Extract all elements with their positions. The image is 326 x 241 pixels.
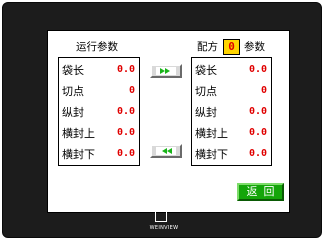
recipe-label: 纵封 [195, 106, 217, 119]
recipe-row-horizontal-seal-lower[interactable]: 横封下 0.0 [192, 144, 271, 166]
brand-text: WEINVIEW [149, 225, 179, 231]
recipe-label: 横封上 [195, 127, 228, 140]
param-label: 切点 [62, 85, 84, 98]
recipe-value: 0.0 [248, 106, 267, 117]
param-row-horizontal-seal-upper: 横封上 0.0 [59, 123, 139, 145]
right-panel-title-prefix: 配方 [197, 41, 218, 53]
param-label: 横封下 [62, 148, 95, 161]
running-params-panel: 袋长 0.0 切点 0 纵封 0.0 横封上 0.0 横封下 0.0 [58, 57, 140, 166]
weinview-logo-icon [155, 210, 167, 222]
recipe-value: 0 [260, 85, 267, 96]
recipe-row-cut-point[interactable]: 切点 0 [192, 81, 271, 103]
recipe-params-panel: 袋长 0.0 切点 0 纵封 0.0 横封上 0.0 横封下 0.0 [191, 57, 272, 166]
recipe-row-horizontal-seal-upper[interactable]: 横封上 0.0 [192, 123, 271, 145]
param-label: 袋长 [62, 64, 84, 77]
recipe-value: 0.0 [248, 64, 267, 75]
return-button-label: 返回 [246, 185, 281, 198]
copy-to-recipe-button[interactable] [150, 64, 182, 78]
param-label: 纵封 [62, 106, 84, 119]
param-value: 0.0 [116, 148, 135, 159]
recipe-number-value: 0 [228, 40, 235, 53]
double-arrow-left-icon [156, 147, 176, 155]
param-row-vertical-seal: 纵封 0.0 [59, 102, 139, 124]
param-value: 0.0 [116, 64, 135, 75]
recipe-number-input[interactable]: 0 [223, 39, 240, 55]
left-panel-title: 运行参数 [76, 41, 118, 53]
param-value: 0.0 [116, 127, 135, 138]
param-value: 0.0 [116, 106, 135, 117]
param-row-horizontal-seal-lower: 横封下 0.0 [59, 144, 139, 166]
right-panel-title-suffix: 参数 [244, 41, 265, 53]
double-arrow-right-icon [156, 67, 176, 75]
recipe-row-bag-length[interactable]: 袋长 0.0 [192, 60, 271, 82]
param-label: 横封上 [62, 127, 95, 140]
recipe-label: 切点 [195, 85, 217, 98]
weinview-logo: WEINVIEW [150, 209, 178, 235]
copy-to-running-button[interactable] [150, 144, 182, 158]
recipe-value: 0.0 [248, 127, 267, 138]
recipe-label: 横封下 [195, 148, 228, 161]
recipe-value: 0.0 [248, 148, 267, 159]
param-value: 0 [128, 85, 135, 96]
recipe-label: 袋长 [195, 64, 217, 77]
return-button[interactable]: 返回 [237, 183, 284, 201]
recipe-row-vertical-seal[interactable]: 纵封 0.0 [192, 102, 271, 124]
hmi-screen: 运行参数 配方 0 参数 袋长 0.0 切点 0 纵封 0.0 横封上 0.0 … [47, 30, 290, 213]
param-row-bag-length: 袋长 0.0 [59, 60, 139, 82]
param-row-cut-point: 切点 0 [59, 81, 139, 103]
